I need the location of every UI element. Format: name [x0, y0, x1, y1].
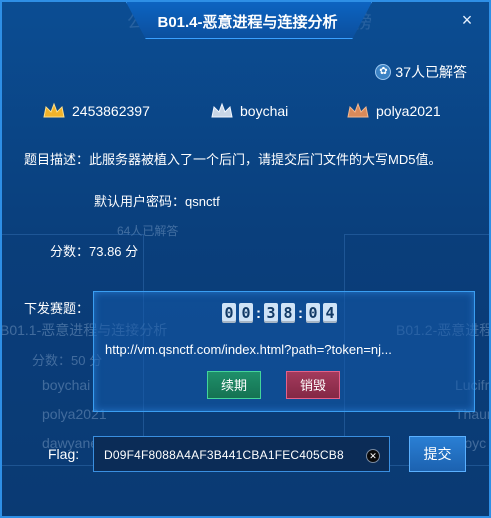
background-solved-text: 64人已解答	[117, 224, 179, 238]
rank-third-name: polya2021	[376, 103, 441, 119]
close-icon[interactable]: ×	[459, 11, 475, 29]
gold-crown-icon	[42, 102, 66, 120]
silver-crown-icon	[210, 102, 234, 120]
solved-count-text: 37人已解答	[395, 64, 467, 80]
solved-count: ✿ 37人已解答	[375, 62, 467, 82]
rank-first: 2453862397	[42, 102, 150, 120]
rank-third: polya2021	[346, 102, 441, 120]
timer-digit: 4	[323, 303, 337, 323]
rank-second-name: boychai	[240, 103, 289, 119]
submit-button[interactable]: 提交	[409, 436, 466, 472]
users-icon: ✿	[375, 64, 392, 80]
instance-url-link[interactable]: http://vm.qsnctf.com/index.html?path=?to…	[105, 342, 455, 357]
timer-digit: 0	[306, 303, 320, 323]
modal-title: B01.4-恶意进程与连接分析	[157, 14, 338, 31]
challenge-description: 题目描述：此服务器被植入了一个后门，请提交后门文件的大写MD5值。	[24, 152, 442, 167]
countdown-timer: 0 0 : 3 8 : 0 4	[222, 303, 337, 323]
background-card-left-score: 分数：50 分	[32, 353, 103, 368]
rank-second: boychai	[210, 102, 288, 120]
default-password: 默认用户密码：qsnctf	[94, 194, 220, 209]
destroy-button[interactable]: 销毁	[286, 371, 340, 399]
timer-digit: 8	[281, 303, 295, 323]
background-name-left-1: boychai	[42, 377, 91, 393]
challenge-score: 分数：73.86 分	[50, 244, 139, 259]
timer-separator: :	[298, 304, 303, 322]
clear-icon[interactable]: ✕	[366, 449, 380, 463]
bronze-crown-icon	[346, 102, 370, 120]
rank-first-name: 2453862397	[72, 103, 150, 119]
timer-digit: 0	[222, 303, 236, 323]
timer-digit: 0	[239, 303, 253, 323]
challenge-modal: 公 榜 64人已解答 B01.1-恶意进程与连接分析 B01.2-恶意进程 分数…	[0, 0, 491, 518]
timer-digit: 3	[264, 303, 278, 323]
timer-separator: :	[256, 304, 261, 322]
flag-label: Flag:	[48, 446, 80, 462]
dispatch-label: 下发赛题：	[24, 301, 90, 316]
flag-input-value[interactable]: D09F4F8088A4AF3B441CBA1FEC405CB8	[104, 448, 344, 462]
renew-button[interactable]: 续期	[207, 371, 261, 399]
instance-panel: 0 0 : 3 8 : 0 4 http://vm.qsnctf.com/ind…	[93, 291, 475, 412]
flag-input[interactable]: D09F4F8088A4AF3B441CBA1FEC405CB8 ✕	[93, 436, 390, 472]
modal-header: B01.4-恶意进程与连接分析 ×	[2, 2, 489, 40]
top-solvers: 2453862397 boychai polya2021	[2, 102, 489, 126]
